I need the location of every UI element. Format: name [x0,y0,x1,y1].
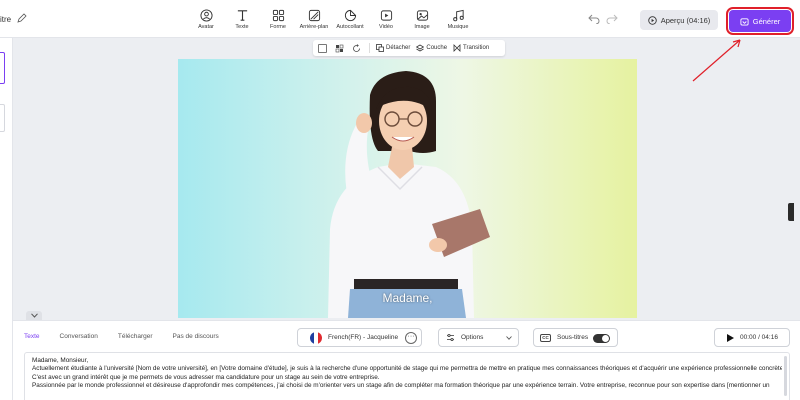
options-select[interactable]: Options [438,328,519,347]
france-flag-icon [310,331,322,344]
rail-tab[interactable] [0,104,5,132]
script-line: Madame, Monsieur, [32,357,89,364]
tool-label: Vidéo [379,24,393,30]
time-readout: 00:00 / 04:16 [740,334,778,341]
script-line: Actuellement étudiante à l'université [N… [32,365,782,373]
music-icon [452,9,464,22]
tool-label: Arrière-plan [299,24,329,30]
script-line: C'est avec un grand intérêt que je me pe… [32,373,380,381]
tool-image[interactable]: Image [404,9,440,30]
layer-label: Couche [426,45,448,51]
avatar-icon [199,9,213,22]
side-panel-handle[interactable] [788,203,794,221]
chevron-down-icon [30,313,38,318]
options-label: Options [461,334,484,341]
tab-text[interactable]: Texte [24,333,40,340]
transition-icon [453,44,461,52]
transition-label: Transition [463,45,490,51]
tool-label: Forme [270,24,286,30]
voice-select[interactable]: French(FR) - Jacqueline ··· [297,328,422,347]
tool-background[interactable]: Arrière-plan [296,9,332,30]
generate-button[interactable]: Générer [726,7,794,35]
detach-icon [376,44,384,52]
play-icon[interactable] [727,333,734,342]
export-icon [740,17,749,26]
tool-video[interactable]: Vidéo [368,9,404,30]
subtitles-toggle[interactable] [593,334,610,343]
top-toolbar: itre Avatar Texte Forme Arrière-plan Aut… [0,0,800,38]
voice-label: French(FR) - Jacqueline [328,334,399,341]
detach-button[interactable]: Détacher [376,44,410,52]
video-canvas[interactable]: Madame, [178,59,637,318]
background-icon [308,9,320,22]
tool-label: Autocollant [336,24,364,30]
tool-label: Image [414,24,430,30]
divider [369,43,370,53]
script-line: Passionnée par le monde professionnel et… [32,381,770,389]
tool-text[interactable]: Texte [224,9,260,30]
tool-music[interactable]: Musique [440,9,476,30]
tool-label: Texte [235,24,249,30]
transition-button[interactable]: Transition [453,44,489,52]
subtitles-label: Sous-titres [557,334,589,341]
canvas-subtitle[interactable]: Madame, [178,291,637,305]
panel-tabs: Texte Conversation Télécharger Pas de di… [24,333,239,340]
tool-label: Avatar [198,24,214,30]
play-circle-icon [647,15,657,25]
tab-upload[interactable]: Télécharger [118,333,153,340]
video-icon [380,10,392,21]
sticker-icon [344,9,356,22]
pencil-icon[interactable] [17,13,27,23]
rail-tab-active[interactable] [0,52,5,84]
closed-captions-icon: CC [540,333,551,342]
undo-icon[interactable] [588,14,600,24]
checker-icon[interactable] [335,44,344,53]
script-panel: Texte Conversation Télécharger Pas de di… [13,320,800,400]
tab-no-speech[interactable]: Pas de discours [173,333,219,340]
tool-shape[interactable]: Forme [260,9,296,30]
avatar-figure[interactable] [178,59,637,318]
image-icon [416,10,428,21]
tool-label: Musique [447,24,469,30]
sliders-icon [447,333,454,342]
left-rail [0,38,13,400]
insert-tools: Avatar Texte Forme Arrière-plan Autocoll… [188,9,476,30]
project-title[interactable]: itre [0,15,11,24]
generate-label: Générer [752,16,781,26]
tool-avatar[interactable]: Avatar [188,9,224,30]
chevron-down-icon [506,336,512,340]
detach-label: Détacher [386,45,411,51]
tab-conversation[interactable]: Conversation [60,333,98,340]
audio-player: 00:00 / 04:16 [714,328,790,347]
shapes-icon [272,9,284,22]
color-swatch[interactable] [318,43,327,53]
layer-button[interactable]: Couche [416,44,447,52]
subtitles-control: CC Sous-titres [533,328,618,347]
redo-icon[interactable] [606,14,618,24]
text-icon [237,10,247,21]
layers-icon [416,44,425,52]
rotate-icon[interactable] [352,43,361,53]
collapse-panel-button[interactable] [26,311,42,320]
more-icon[interactable]: ··· [405,332,417,344]
canvas-toolbar: Détacher Couche Transition [313,40,505,56]
script-textarea[interactable]: Madame, Monsieur, Actuellement étudiante… [24,352,790,400]
tool-sticker[interactable]: Autocollant [332,9,368,30]
preview-label: Aperçu (04:16) [660,15,711,25]
annotation-arrow [692,39,741,82]
scrollbar[interactable] [784,356,787,396]
preview-button[interactable]: Aperçu (04:16) [640,10,718,30]
